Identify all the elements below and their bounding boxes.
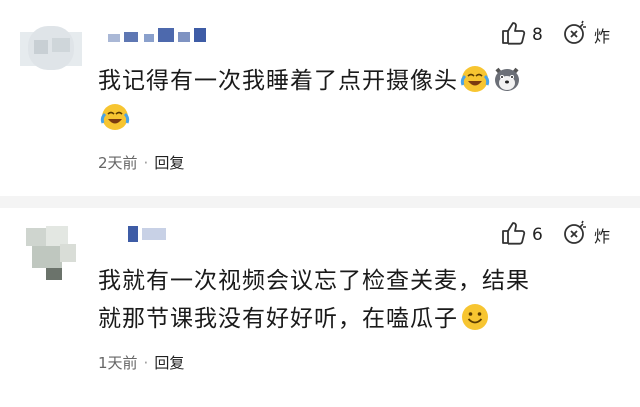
comment-text-content: 我记得有一次我睡着了点开摄像头: [98, 68, 458, 94]
like-button[interactable]: 6: [500, 220, 543, 250]
comment-item: 6 炸 我就有一次视频会议忘了检查关麦，结果 就那节课我没有好好听，在嗑瓜子 1…: [0, 196, 640, 407]
laugh-cry-emoji: [100, 102, 130, 132]
thumbs-up-icon: [500, 220, 526, 250]
separator: ·: [143, 353, 149, 372]
avatar[interactable]: [20, 18, 82, 80]
bomb-icon: [562, 220, 588, 250]
comment-meta: 2天前 · 回复: [98, 152, 184, 173]
username[interactable]: [128, 226, 178, 242]
husky-dog-emoji: [492, 64, 522, 94]
comment-text: 我就有一次视频会议忘了检查关麦，结果 就那节课我没有好好听，在嗑瓜子: [98, 262, 530, 338]
smile-emoji: [460, 302, 490, 332]
timestamp: 1天前: [98, 354, 138, 372]
like-count: 6: [532, 225, 543, 245]
comment-text: 我记得有一次我睡着了点开摄像头: [98, 62, 522, 138]
bomb-icon: [562, 20, 588, 50]
avatar[interactable]: [20, 222, 82, 284]
reply-button[interactable]: 回复: [154, 352, 184, 373]
like-button[interactable]: 8: [500, 20, 543, 50]
timestamp: 2天前: [98, 154, 138, 172]
laugh-cry-emoji: [460, 64, 490, 94]
thumbs-up-icon: [500, 20, 526, 50]
comment-text-line: 就那节课我没有好好听，在嗑瓜子: [98, 306, 458, 332]
bomb-button[interactable]: 炸: [562, 20, 610, 50]
comment-meta: 1天前 · 回复: [98, 352, 184, 373]
separator: ·: [143, 153, 149, 172]
comment-item: 8 炸 我记得有一次我睡着了点开摄像头 2天前 · 回复: [0, 0, 640, 196]
bomb-label: 炸: [594, 27, 611, 46]
comment-text-line: 我就有一次视频会议忘了检查关麦，结果: [98, 268, 530, 294]
bomb-label: 炸: [594, 227, 611, 246]
bomb-button[interactable]: 炸: [562, 220, 610, 250]
reply-button[interactable]: 回复: [154, 152, 184, 173]
like-count: 8: [532, 25, 543, 45]
username[interactable]: [108, 28, 208, 44]
